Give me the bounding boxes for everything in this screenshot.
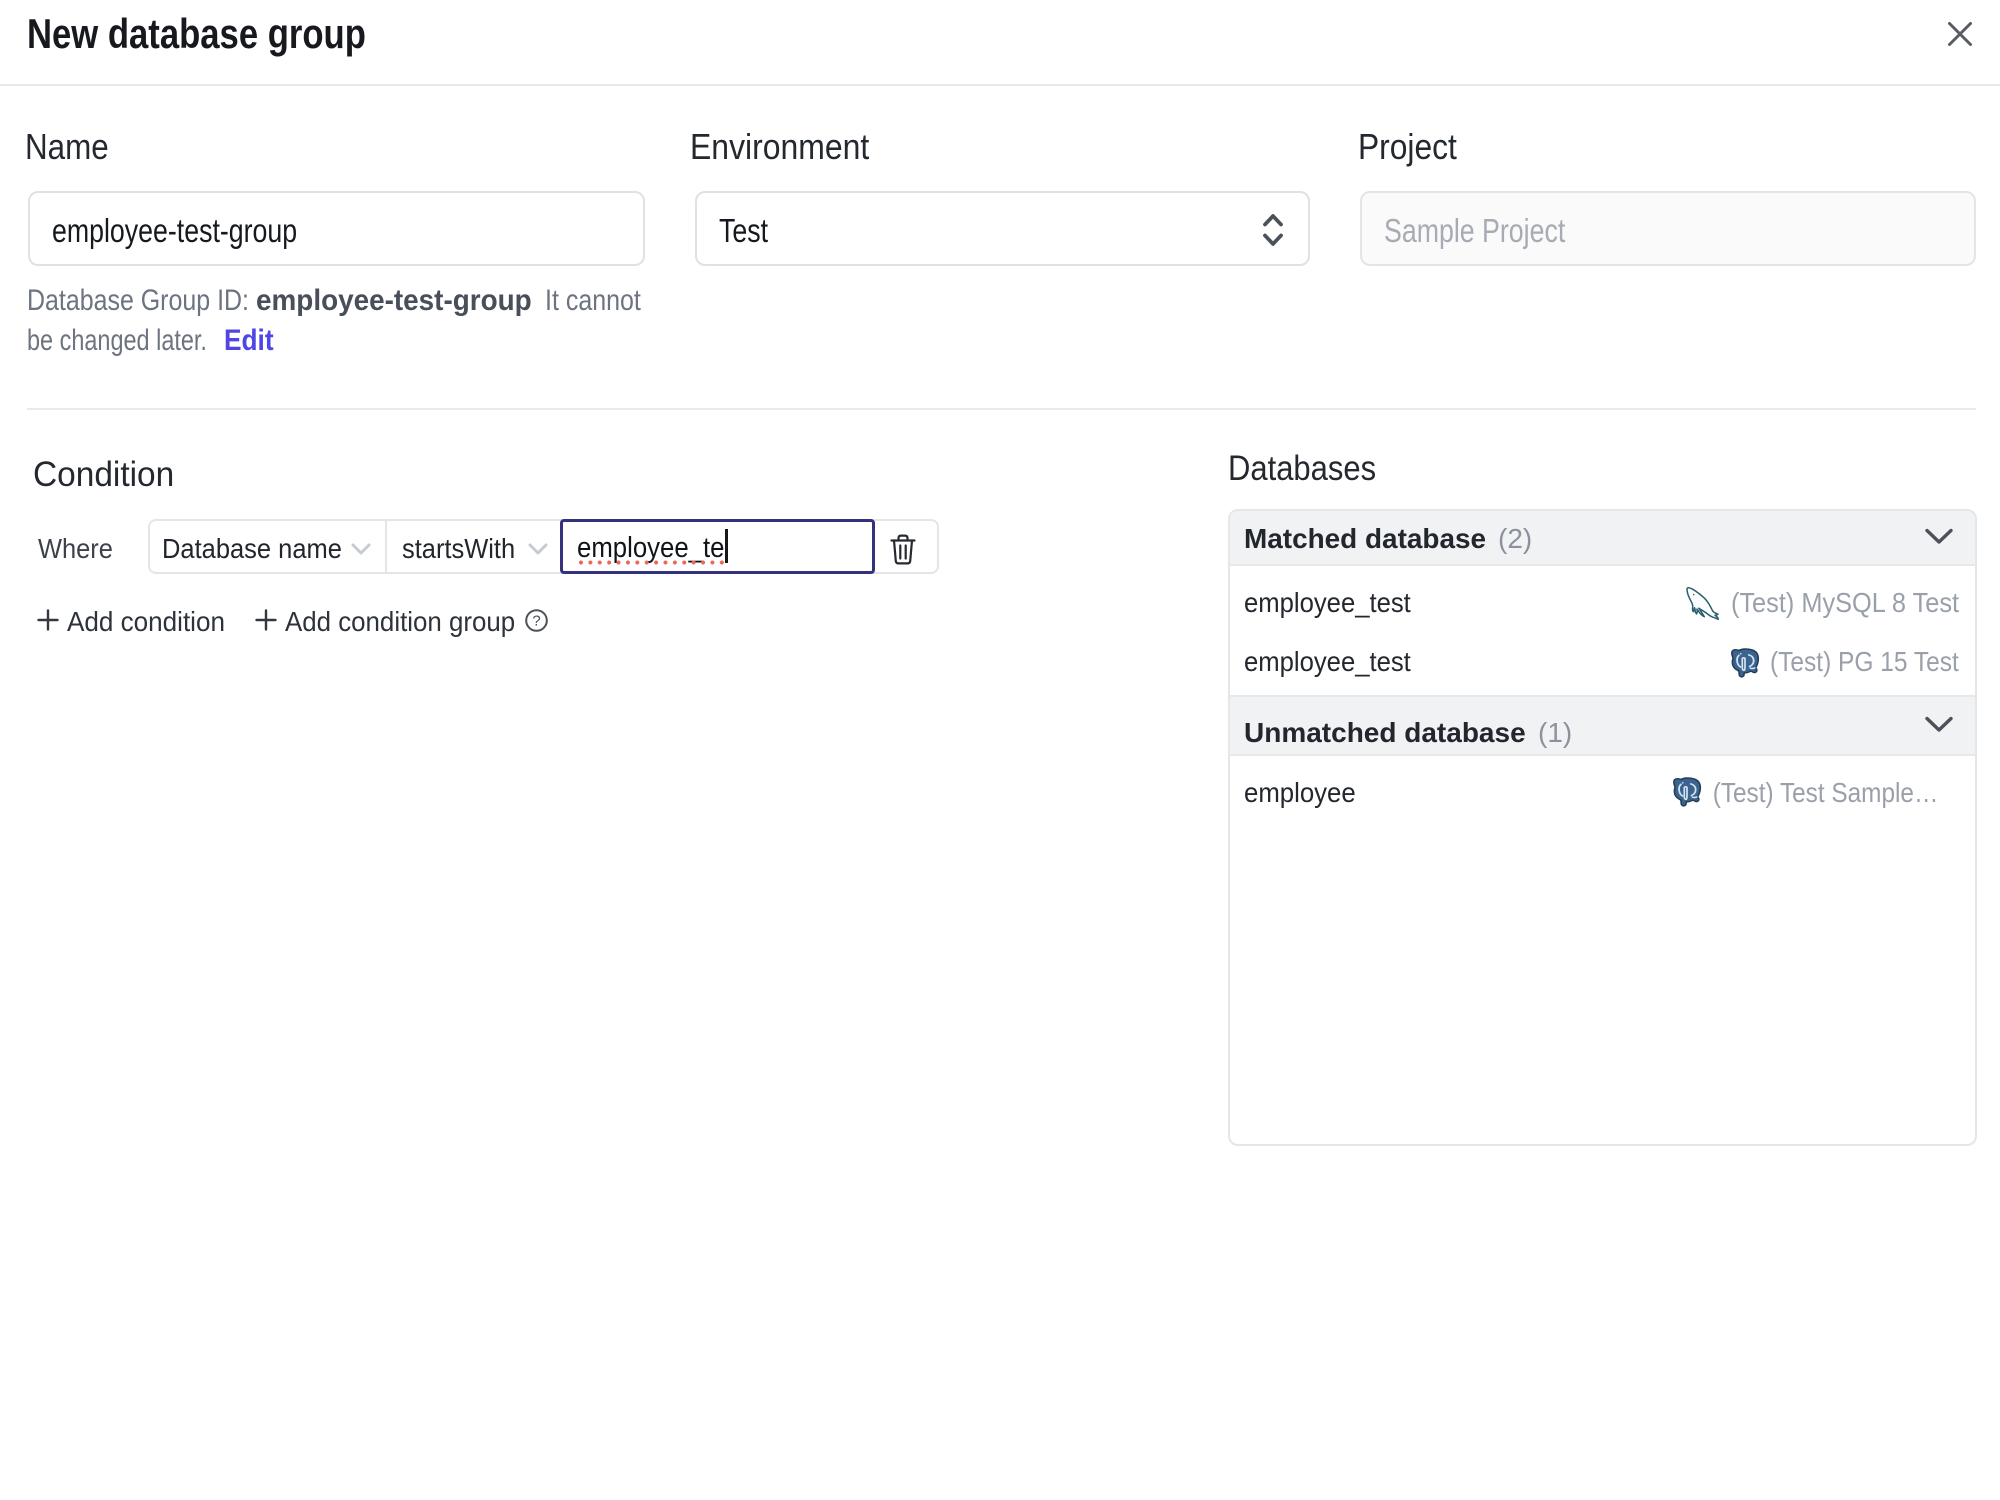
svg-text:?: ? — [532, 613, 540, 630]
